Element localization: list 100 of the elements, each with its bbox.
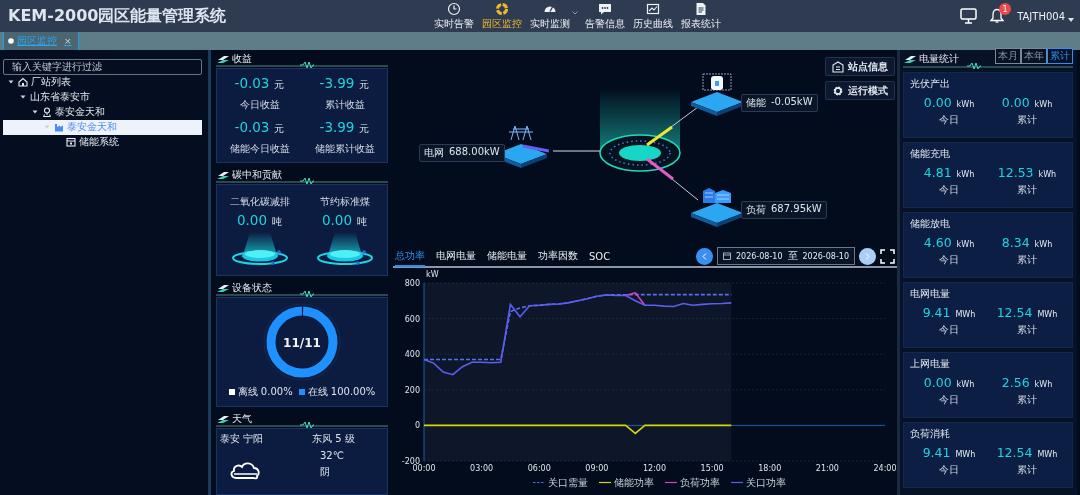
app-title: KEM-2000园区能量管理系统 — [8, 5, 228, 27]
node-value: -0.05kW — [771, 96, 813, 109]
stat-unit: kWh — [1034, 380, 1053, 389]
temperature-label: 32℃ — [319, 450, 345, 461]
stat-label: 二氧化碳减排 — [229, 195, 290, 209]
legend-label: 负荷功率 — [680, 477, 720, 488]
stat-value: 9.41 — [922, 305, 951, 320]
stat-unit: kWh — [1034, 100, 1053, 109]
stat-value: 4.60 — [923, 235, 952, 250]
stat-value: -3.99 — [319, 75, 355, 92]
panel-title: 碳中和贡献 — [232, 168, 282, 182]
card-title: 负荷消耗 — [910, 427, 951, 441]
stat-label: 累计 — [1017, 183, 1037, 197]
stat-unit: kWh — [956, 170, 975, 179]
card-title: 储能充电 — [910, 147, 951, 161]
stat-label: 节约标准煤 — [319, 195, 370, 209]
range-separator: 至 — [787, 249, 798, 263]
stat-value: 4.81 — [923, 165, 952, 180]
axis-tick-label: 400 — [404, 350, 420, 360]
stat-value: 0.00 — [923, 375, 952, 390]
panel-title: 电量统计 — [919, 52, 959, 66]
legend-label: 关口需量 — [548, 477, 588, 488]
stat-value: 0.00 — [923, 95, 952, 110]
legend-label: 关口功率 — [746, 477, 786, 488]
node-name: 负荷 — [746, 203, 766, 217]
stat-value: 0.00 — [321, 212, 353, 228]
stat-label: 累计 — [1017, 253, 1037, 267]
card-title: 储能放电 — [910, 217, 951, 231]
legend-label: 储能功率 — [614, 477, 654, 488]
legend-label: 离线 0.00% — [237, 385, 293, 399]
axis-tick-label: 800 — [404, 279, 420, 288]
panel-title: 收益 — [232, 52, 252, 66]
stat-label: 累计 — [1017, 323, 1037, 337]
stat-label: 今日 — [939, 183, 959, 197]
axis-tick-label: 21:00 — [815, 464, 839, 473]
stat-value: -3.99 — [319, 118, 355, 135]
axis-tick-label: 200 — [404, 385, 420, 395]
stat-value: 12.54 — [996, 445, 1033, 460]
start-date: 2026-08-10 — [736, 251, 783, 261]
stat-label: 今日收益 — [239, 98, 280, 113]
stat-value: 12.54 — [996, 305, 1033, 320]
stat-label: 今日 — [939, 393, 959, 407]
axis-tick-label: 24:00 — [873, 464, 897, 473]
condition-label: 阴 — [319, 465, 331, 479]
stat-unit: 元 — [274, 121, 285, 136]
axis-tick-label: 18:00 — [758, 464, 782, 473]
stat-value: 0.00 — [236, 212, 268, 228]
donut-center-label: 11/11 — [283, 335, 321, 350]
stat-label: 今日 — [939, 253, 959, 267]
node-value: 688.00kW — [449, 146, 500, 159]
stat-value: -0.03 — [234, 75, 270, 92]
stat-unit: MWh — [955, 310, 976, 319]
panel-title: 设备状态 — [232, 281, 272, 295]
stat-unit: 吨 — [272, 215, 283, 229]
stat-unit: kWh — [956, 240, 975, 249]
stat-value: 0.00 — [1001, 95, 1030, 110]
stat-unit: 元 — [274, 78, 285, 93]
stat-label: 今日 — [939, 113, 959, 127]
stat-value: 2.56 — [1001, 375, 1030, 390]
end-date: 2026-08-10 — [802, 251, 849, 261]
axis-tick-label: 0 — [414, 421, 420, 431]
stat-unit: MWh — [1037, 310, 1058, 319]
notification-badge: 1 — [999, 3, 1012, 15]
card-title: 电网电量 — [910, 287, 951, 301]
stat-label: 累计收益 — [324, 98, 365, 113]
node-name: 储能 — [746, 96, 766, 110]
stat-label: 累计 — [1017, 463, 1037, 477]
node-name: 电网 — [424, 146, 444, 160]
stat-value: 12.53 — [997, 165, 1034, 180]
stat-label: 今日 — [939, 323, 959, 337]
stat-label: 储能今日收益 — [229, 141, 290, 156]
axis-title: kW — [426, 270, 439, 279]
stat-unit: kWh — [956, 100, 975, 109]
panel-title: 天气 — [232, 412, 252, 426]
stat-unit: kWh — [956, 380, 975, 389]
wind-label: 东风 5 级 — [312, 432, 356, 446]
stat-label: 今日 — [939, 463, 959, 477]
legend-label: 在线 100.00% — [307, 385, 376, 399]
card-title: 上网电量 — [910, 357, 951, 371]
stat-unit: kWh — [1034, 240, 1053, 249]
stat-value: -0.03 — [234, 118, 270, 135]
axis-tick-label: 03:00 — [470, 464, 494, 473]
stat-label: 储能累计收益 — [314, 141, 375, 156]
axis-tick-label: 15:00 — [700, 464, 724, 473]
axis-tick-label: 12:00 — [642, 464, 667, 473]
axis-tick-label: 09:00 — [585, 464, 609, 473]
axis-tick-label: -200 — [401, 457, 420, 466]
stat-label: 累计 — [1017, 393, 1037, 407]
stat-unit: 吨 — [357, 215, 368, 229]
stat-value: 9.41 — [922, 445, 951, 460]
stat-value: 8.34 — [1001, 235, 1030, 250]
axis-tick-label: 00:00 — [412, 464, 436, 473]
stat-unit: 元 — [359, 121, 370, 136]
axis-tick-label: 06:00 — [527, 464, 551, 473]
node-value: 687.95kW — [771, 203, 822, 216]
stat-unit: 元 — [359, 78, 370, 93]
stat-unit: kWh — [1038, 170, 1057, 179]
axis-tick-label: 600 — [404, 314, 420, 324]
card-title: 光伏产出 — [910, 77, 951, 91]
stat-unit: MWh — [1037, 450, 1058, 459]
